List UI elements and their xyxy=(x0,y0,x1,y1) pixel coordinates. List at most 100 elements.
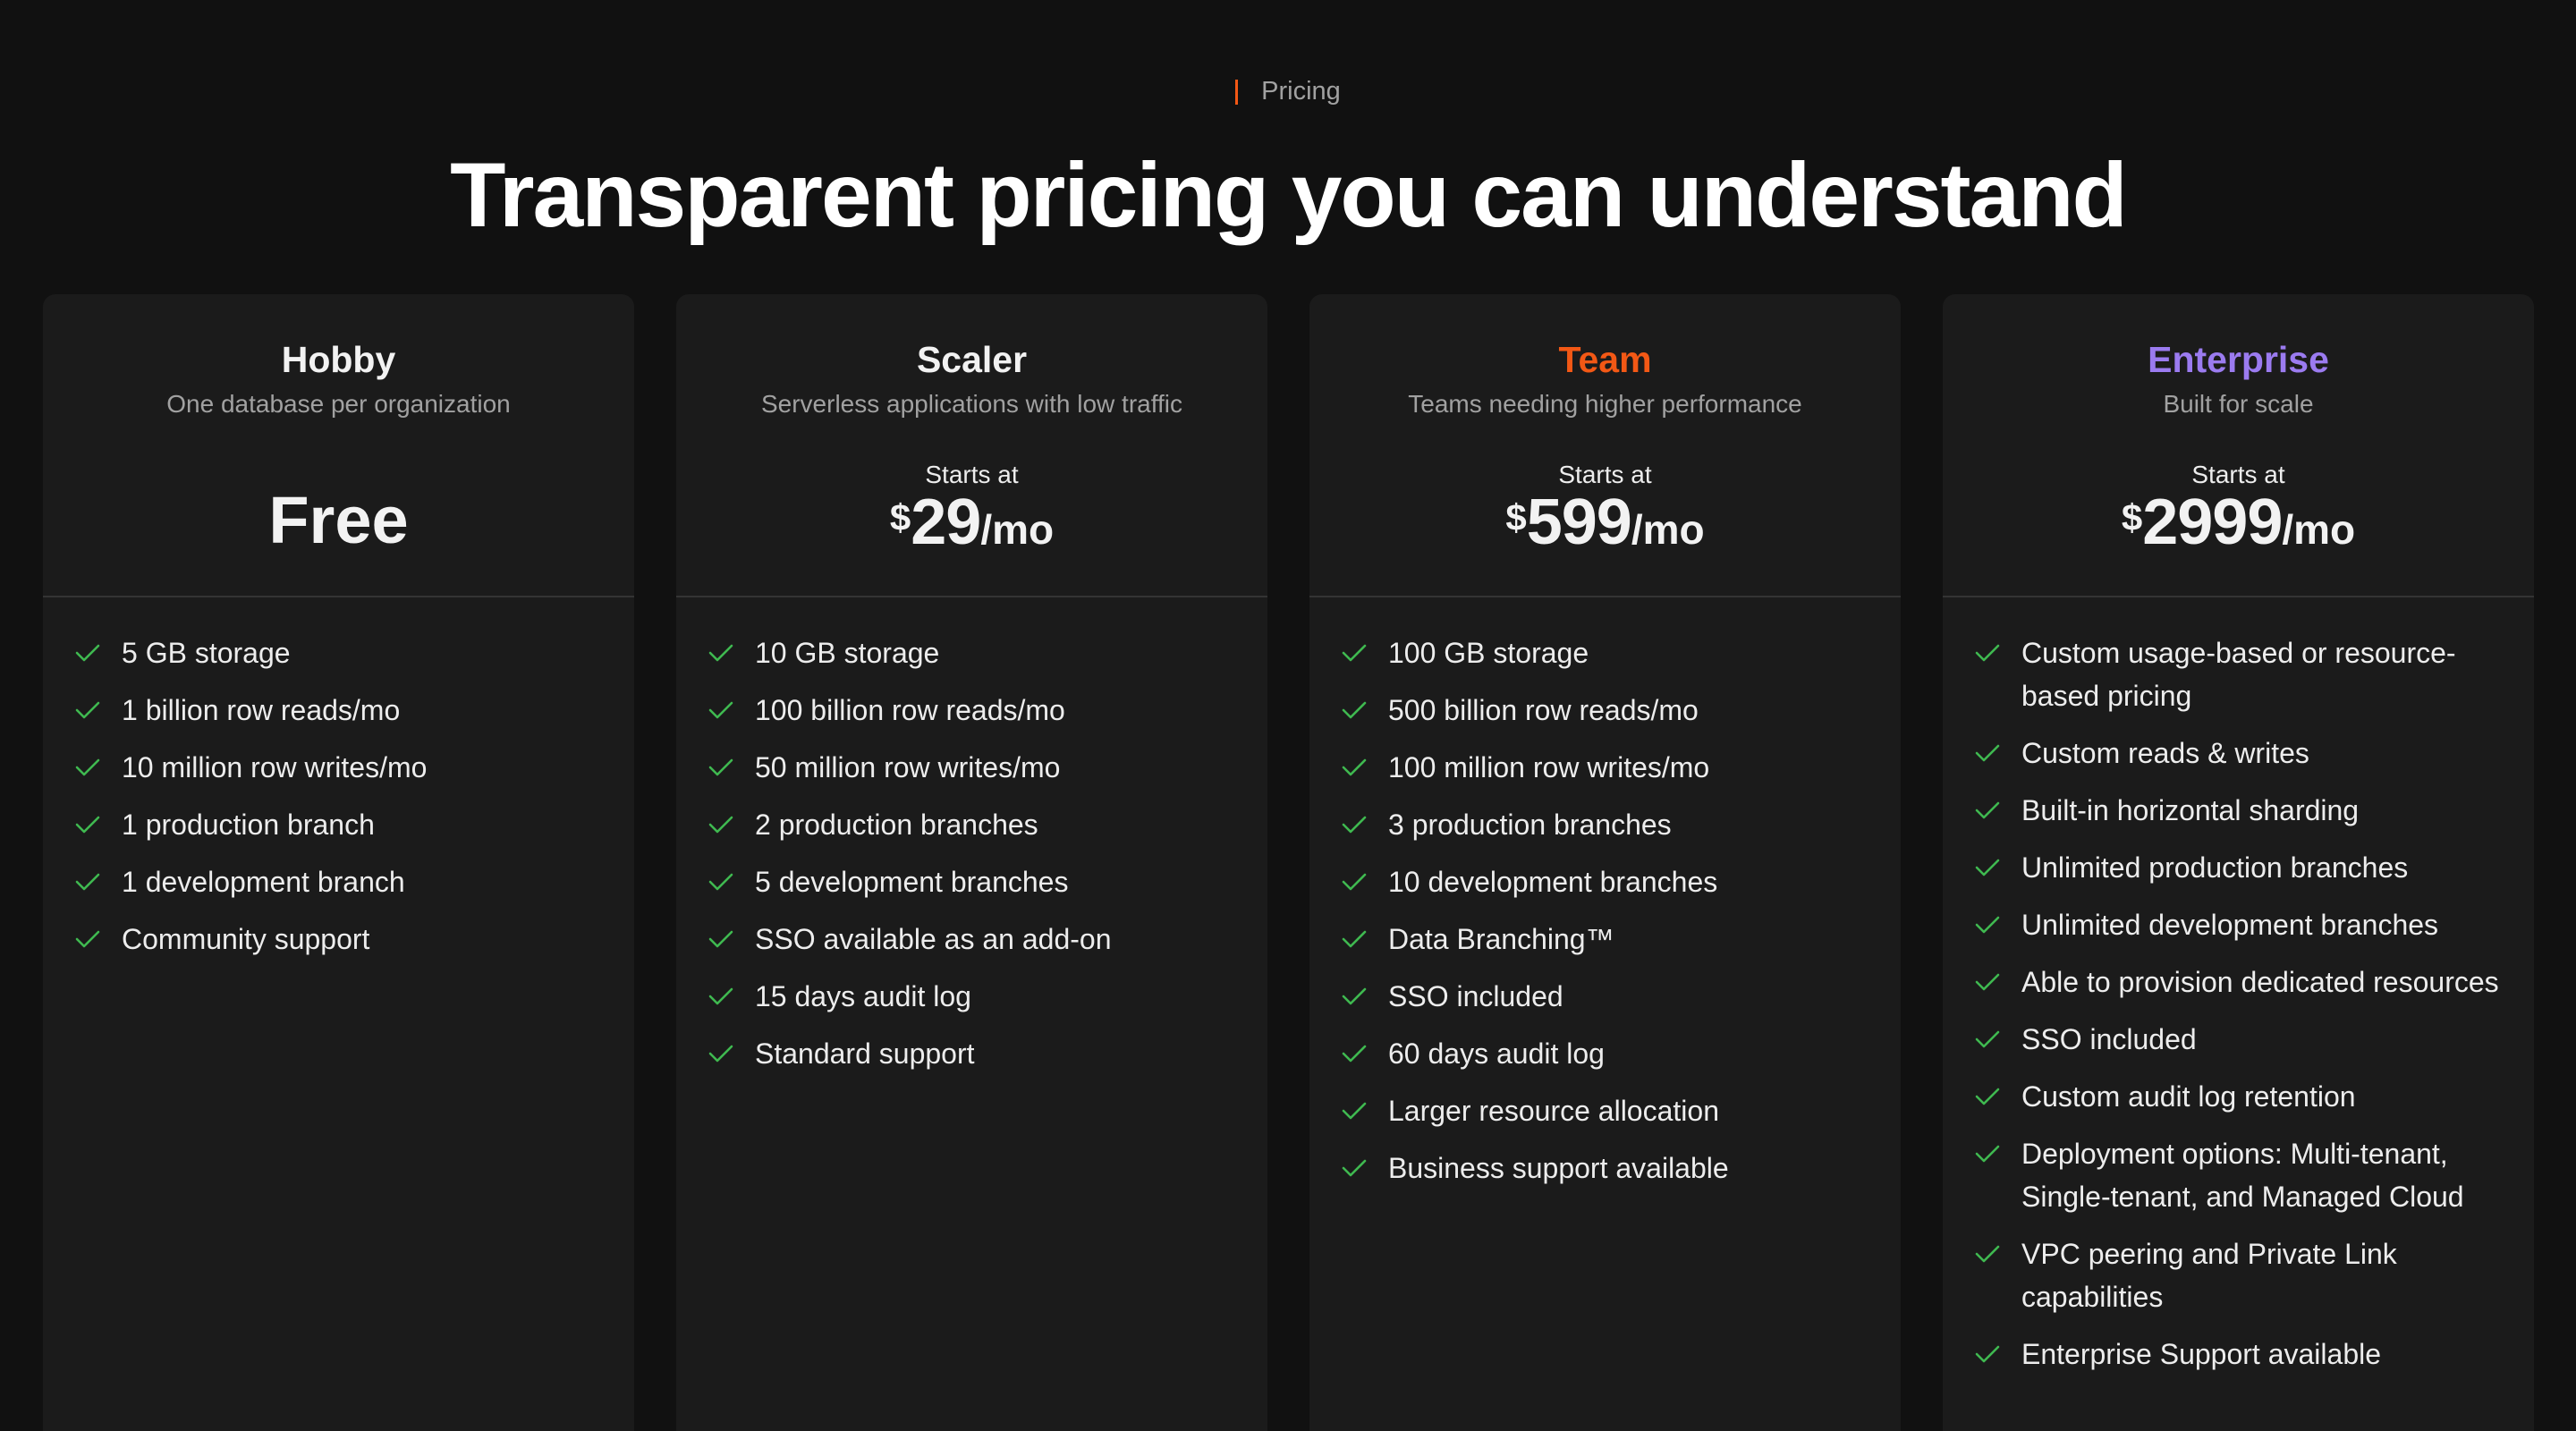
feature-text: 1 production branch xyxy=(122,809,375,841)
feature-item: Larger resource allocation xyxy=(1342,1089,1868,1132)
check-icon xyxy=(1975,1333,2002,1376)
feature-item: Deployment options: Multi-tenant, Single… xyxy=(1975,1132,2502,1218)
plan-name: Team xyxy=(1558,339,1652,380)
feature-item: VPC peering and Private Link capabilitie… xyxy=(1975,1232,2502,1318)
feature-text: Unlimited production branches xyxy=(2021,851,2409,884)
feature-item: 100 million row writes/mo xyxy=(1342,746,1868,789)
feature-item: 10 GB storage xyxy=(708,631,1235,674)
feature-text: 100 billion row reads/mo xyxy=(755,694,1065,726)
check-icon xyxy=(75,631,102,674)
plan-name: Hobby xyxy=(281,339,396,380)
check-icon xyxy=(708,631,735,674)
eyebrow-label: Pricing xyxy=(1261,77,1341,106)
feature-text: 10 million row writes/mo xyxy=(122,751,428,783)
check-icon xyxy=(1975,1018,2002,1061)
feature-text: 10 development branches xyxy=(1388,866,1718,898)
feature-item: 15 days audit log xyxy=(708,975,1235,1018)
feature-item: Custom audit log retention xyxy=(1975,1075,2502,1118)
plan-price: $2999/mo xyxy=(1943,486,2534,559)
check-icon xyxy=(1342,1147,1368,1190)
plan-name: Enterprise xyxy=(2148,339,2329,380)
feature-item: SSO available as an add-on xyxy=(708,918,1235,961)
feature-text: 5 GB storage xyxy=(122,637,291,669)
feature-text: VPC peering and Private Link capabilitie… xyxy=(2021,1238,2397,1313)
price-amount: 29 xyxy=(911,487,981,558)
feature-text: 10 GB storage xyxy=(755,637,940,669)
price-period: /mo xyxy=(1631,506,1705,553)
feature-text: 5 development branches xyxy=(755,866,1069,898)
pricing-plans: Hobby One database per organization Free 5 … xyxy=(43,294,2534,1431)
check-icon xyxy=(708,975,735,1018)
check-icon xyxy=(1975,961,2002,1003)
feature-text: 60 days audit log xyxy=(1388,1037,1605,1070)
check-icon xyxy=(1342,975,1368,1018)
plan-feature-list: 100 GB storage 500 billion row reads/mo 10… xyxy=(1309,597,1901,1190)
price-period: /mo xyxy=(980,506,1055,553)
check-icon xyxy=(1975,846,2002,889)
feature-text: SSO available as an add-on xyxy=(755,923,1112,955)
feature-item: Unlimited production branches xyxy=(1975,846,2502,889)
plan-name: Scaler xyxy=(916,339,1028,380)
price-amount: 2999 xyxy=(2142,487,2283,558)
feature-item: 1 development branch xyxy=(75,860,602,903)
feature-text: Standard support xyxy=(755,1037,975,1070)
feature-text: Unlimited development branches xyxy=(2021,909,2439,941)
feature-item: 500 billion row reads/mo xyxy=(1342,689,1868,732)
check-icon xyxy=(1342,689,1368,732)
page-title: Transparent pricing you can understand xyxy=(450,144,2128,246)
feature-text: Custom audit log retention xyxy=(2021,1080,2356,1113)
check-icon xyxy=(1975,903,2002,946)
check-icon xyxy=(1342,1032,1368,1075)
feature-item: Able to provision dedicated resources xyxy=(1975,961,2502,1003)
plan-feature-list: 10 GB storage 100 billion row reads/mo 50 … xyxy=(676,597,1267,1075)
feature-text: Deployment options: Multi-tenant, Single… xyxy=(2021,1138,2464,1213)
check-icon xyxy=(1342,1089,1368,1132)
plan-header: Enterprise Built for scale Starts at $2999/… xyxy=(1943,294,2534,597)
check-icon xyxy=(1975,1132,2002,1175)
section-eyebrow: Pricing xyxy=(0,77,2576,106)
feature-text: 50 million row writes/mo xyxy=(755,751,1061,783)
feature-text: 15 days audit log xyxy=(755,980,971,1012)
check-icon xyxy=(75,746,102,789)
feature-item: 10 million row writes/mo xyxy=(75,746,602,789)
price-amount: 599 xyxy=(1526,487,1632,558)
price-currency: $ xyxy=(1505,496,1527,538)
feature-text: Community support xyxy=(122,923,370,955)
feature-item: Custom usage-based or resource-based pri… xyxy=(1975,631,2502,717)
feature-text: 3 production branches xyxy=(1388,809,1672,841)
check-icon xyxy=(1342,746,1368,789)
plan-price: $29/mo xyxy=(676,486,1267,559)
check-icon xyxy=(75,918,102,961)
check-icon xyxy=(1975,631,2002,674)
check-icon xyxy=(708,918,735,961)
plan-card-enterprise: Enterprise Built for scale Starts at $2999/… xyxy=(1943,294,2534,1431)
feature-text: 100 million row writes/mo xyxy=(1388,751,1710,783)
check-icon xyxy=(1342,631,1368,674)
feature-text: Able to provision dedicated resources xyxy=(2021,966,2499,998)
feature-text: Business support available xyxy=(1388,1152,1729,1184)
feature-item: 60 days audit log xyxy=(1342,1032,1868,1075)
check-icon xyxy=(1975,732,2002,775)
plan-description: Built for scale xyxy=(2163,390,2314,418)
plan-card-scaler: Scaler Serverless applications with low t… xyxy=(676,294,1267,1431)
check-icon xyxy=(708,860,735,903)
feature-item: Data Branching™ xyxy=(1342,918,1868,961)
plan-feature-list: Custom usage-based or resource-based pri… xyxy=(1943,597,2534,1376)
feature-item: Business support available xyxy=(1342,1147,1868,1190)
price-period: /mo xyxy=(2282,506,2356,553)
feature-text: 1 billion row reads/mo xyxy=(122,694,401,726)
feature-item: 50 million row writes/mo xyxy=(708,746,1235,789)
price-currency: $ xyxy=(889,496,911,538)
feature-text: SSO included xyxy=(2021,1023,2197,1055)
feature-item: Community support xyxy=(75,918,602,961)
plan-header: Scaler Serverless applications with low t… xyxy=(676,294,1267,597)
feature-item: 2 production branches xyxy=(708,803,1235,846)
feature-item: 100 billion row reads/mo xyxy=(708,689,1235,732)
feature-item: SSO included xyxy=(1975,1018,2502,1061)
feature-text: Enterprise Support available xyxy=(2021,1338,2382,1370)
check-icon xyxy=(1975,1075,2002,1118)
feature-item: Custom reads & writes xyxy=(1975,732,2502,775)
check-icon xyxy=(708,803,735,846)
check-icon xyxy=(1975,1232,2002,1275)
plan-header: Hobby One database per organization Free xyxy=(43,294,634,597)
